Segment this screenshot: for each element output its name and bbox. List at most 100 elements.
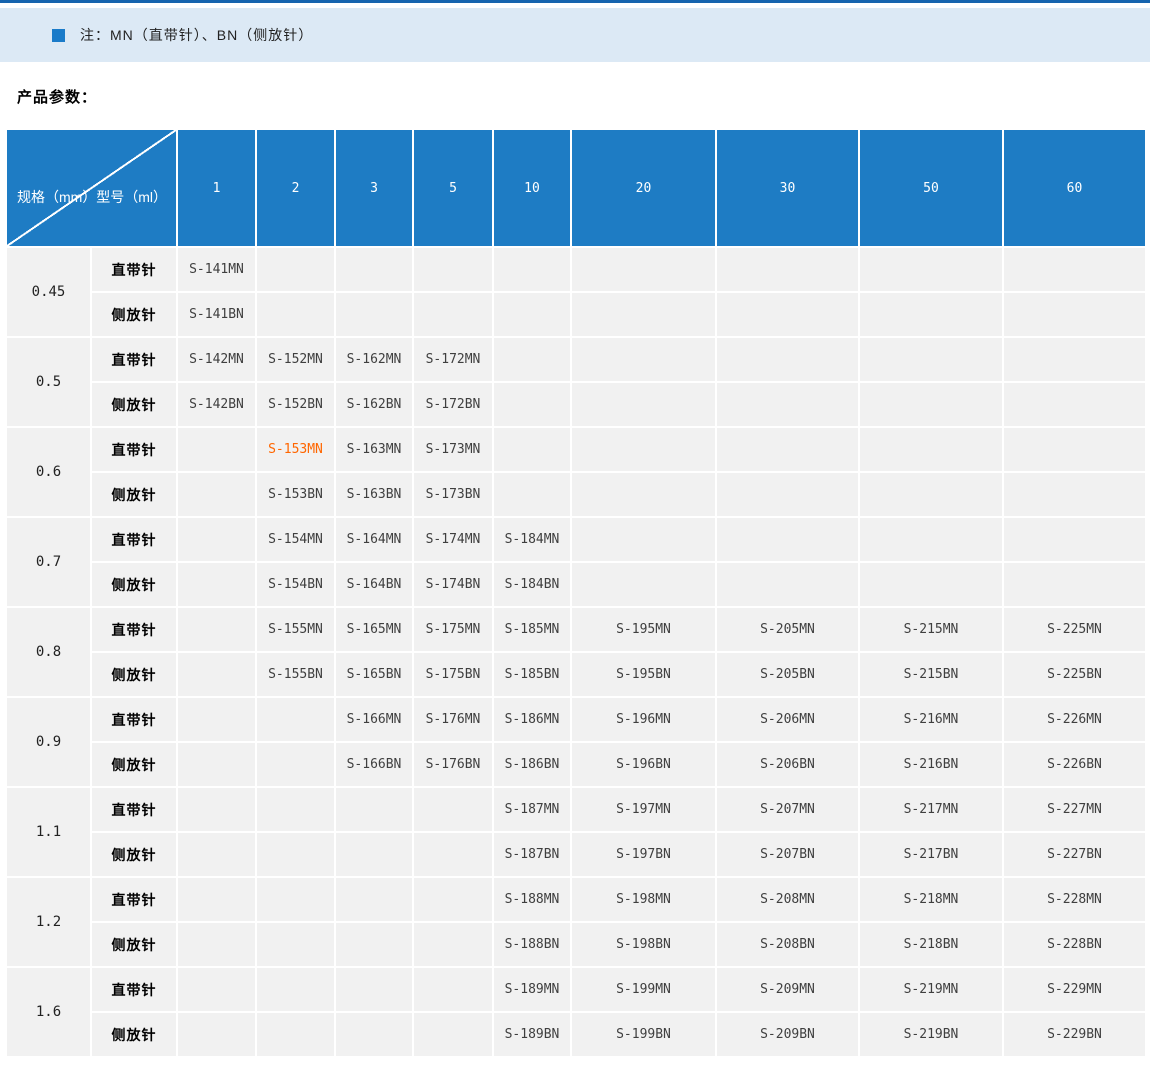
model-cell[interactable]: S-205MN	[717, 608, 858, 651]
model-cell[interactable]: S-215BN	[860, 653, 1002, 696]
model-cell[interactable]: S-226BN	[1004, 743, 1145, 786]
model-cell[interactable]: S-209MN	[717, 968, 858, 1011]
model-cell[interactable]: S-219BN	[860, 1013, 1002, 1056]
model-cell[interactable]: S-196BN	[572, 743, 715, 786]
model-cell[interactable]: S-197MN	[572, 788, 715, 831]
model-cell[interactable]: S-228BN	[1004, 923, 1145, 966]
model-cell[interactable]: S-172BN	[414, 383, 492, 426]
model-cell[interactable]: S-164MN	[336, 518, 412, 561]
model-cell[interactable]: S-198MN	[572, 878, 715, 921]
empty-cell	[178, 833, 255, 876]
model-cell[interactable]: S-165BN	[336, 653, 412, 696]
model-cell[interactable]: S-227MN	[1004, 788, 1145, 831]
model-cell[interactable]: S-185BN	[494, 653, 570, 696]
model-cell[interactable]: S-163BN	[336, 473, 412, 516]
table-row: 1.2 直带针 S-188MN S-198MN S-208MN S-218MN S-228M…	[7, 878, 1145, 966]
model-cell[interactable]: S-141MN	[178, 248, 255, 291]
model-cell[interactable]: S-174MN	[414, 518, 492, 561]
empty-cell	[1004, 383, 1145, 426]
model-cell[interactable]: S-209BN	[717, 1013, 858, 1056]
model-cell[interactable]: S-176MN	[414, 698, 492, 741]
model-cell[interactable]: S-164BN	[336, 563, 412, 606]
model-cell[interactable]: S-142BN	[178, 383, 255, 426]
model-cell[interactable]: S-162BN	[336, 383, 412, 426]
model-cell[interactable]: S-188MN	[494, 878, 570, 921]
model-cell[interactable]: S-219MN	[860, 968, 1002, 1011]
model-cell[interactable]: S-175MN	[414, 608, 492, 651]
model-cell[interactable]: S-226MN	[1004, 698, 1145, 741]
model-cell[interactable]: S-186BN	[494, 743, 570, 786]
model-cell[interactable]: S-195BN	[572, 653, 715, 696]
model-cell[interactable]: S-185MN	[494, 608, 570, 651]
model-cell[interactable]: S-216MN	[860, 698, 1002, 741]
model-cell[interactable]: S-153MN	[257, 428, 334, 471]
model-cell[interactable]: S-217BN	[860, 833, 1002, 876]
model-cell[interactable]: S-166MN	[336, 698, 412, 741]
table-row: 1.1 直带针 S-187MN S-197MN S-207MN S-217MN S-227M…	[7, 788, 1145, 876]
empty-cell	[494, 293, 570, 336]
model-cell[interactable]: S-153BN	[257, 473, 334, 516]
model-cell[interactable]: S-187MN	[494, 788, 570, 831]
model-cell[interactable]: S-228MN	[1004, 878, 1145, 921]
model-cell[interactable]: S-199BN	[572, 1013, 715, 1056]
model-cell[interactable]: S-173BN	[414, 473, 492, 516]
model-cell[interactable]: S-216BN	[860, 743, 1002, 786]
model-cell[interactable]: S-196MN	[572, 698, 715, 741]
corner-cell: 规格（mm） 型号（ml）	[7, 130, 176, 246]
empty-cell	[257, 968, 334, 1011]
model-cell[interactable]: S-184MN	[494, 518, 570, 561]
model-cell[interactable]: S-229MN	[1004, 968, 1145, 1011]
model-cell[interactable]: S-206BN	[717, 743, 858, 786]
model-cell[interactable]: S-205BN	[717, 653, 858, 696]
model-cell[interactable]: S-154BN	[257, 563, 334, 606]
model-cell[interactable]: S-195MN	[572, 608, 715, 651]
model-cell[interactable]: S-152MN	[257, 338, 334, 381]
model-cell[interactable]: S-184BN	[494, 563, 570, 606]
model-cell[interactable]: S-142MN	[178, 338, 255, 381]
model-cell[interactable]: S-163MN	[336, 428, 412, 471]
model-cell[interactable]: S-154MN	[257, 518, 334, 561]
model-cell[interactable]: S-208BN	[717, 923, 858, 966]
model-cell[interactable]: S-227BN	[1004, 833, 1145, 876]
model-cell[interactable]: S-152BN	[257, 383, 334, 426]
model-cell[interactable]: S-207MN	[717, 788, 858, 831]
model-cell[interactable]: S-189BN	[494, 1013, 570, 1056]
product-params-table: 规格（mm） 型号（ml） 1 2 3 5 10 20 30 50 60 0.45 直带针 S-14…	[5, 128, 1147, 1058]
model-cell[interactable]: S-187BN	[494, 833, 570, 876]
model-cell[interactable]: S-208MN	[717, 878, 858, 921]
model-cell[interactable]: S-162MN	[336, 338, 412, 381]
model-cell[interactable]: S-155BN	[257, 653, 334, 696]
empty-cell	[572, 473, 715, 516]
model-cell[interactable]: S-199MN	[572, 968, 715, 1011]
empty-cell	[178, 653, 255, 696]
model-cell[interactable]: S-207BN	[717, 833, 858, 876]
model-cell[interactable]: S-225MN	[1004, 608, 1145, 651]
model-cell[interactable]: S-165MN	[336, 608, 412, 651]
model-cell[interactable]: S-172MN	[414, 338, 492, 381]
model-cell[interactable]: S-155MN	[257, 608, 334, 651]
model-cell[interactable]: S-218MN	[860, 878, 1002, 921]
spec-cell: 0.6	[7, 428, 90, 516]
model-cell[interactable]: S-189MN	[494, 968, 570, 1011]
model-cell[interactable]: S-197BN	[572, 833, 715, 876]
model-cell[interactable]: S-215MN	[860, 608, 1002, 651]
model-cell[interactable]: S-166BN	[336, 743, 412, 786]
needle-type-cell: 侧放针	[92, 743, 176, 786]
model-cell[interactable]: S-175BN	[414, 653, 492, 696]
empty-cell	[717, 518, 858, 561]
model-cell[interactable]: S-218BN	[860, 923, 1002, 966]
model-cell[interactable]: S-217MN	[860, 788, 1002, 831]
model-cell[interactable]: S-176BN	[414, 743, 492, 786]
model-cell[interactable]: S-229BN	[1004, 1013, 1145, 1056]
model-cell[interactable]: S-186MN	[494, 698, 570, 741]
model-cell[interactable]: S-198BN	[572, 923, 715, 966]
table-row: 侧放针 S-142BN S-152BN S-162BN S-172BN	[7, 383, 1145, 426]
model-cell[interactable]: S-188BN	[494, 923, 570, 966]
model-cell[interactable]: S-141BN	[178, 293, 255, 336]
model-cell[interactable]: S-174BN	[414, 563, 492, 606]
table-row: 0.6 直带针 S-153MN S-163MN S-173MN	[7, 428, 1145, 516]
model-cell[interactable]: S-206MN	[717, 698, 858, 741]
empty-cell	[178, 923, 255, 966]
model-cell[interactable]: S-173MN	[414, 428, 492, 471]
model-cell[interactable]: S-225BN	[1004, 653, 1145, 696]
